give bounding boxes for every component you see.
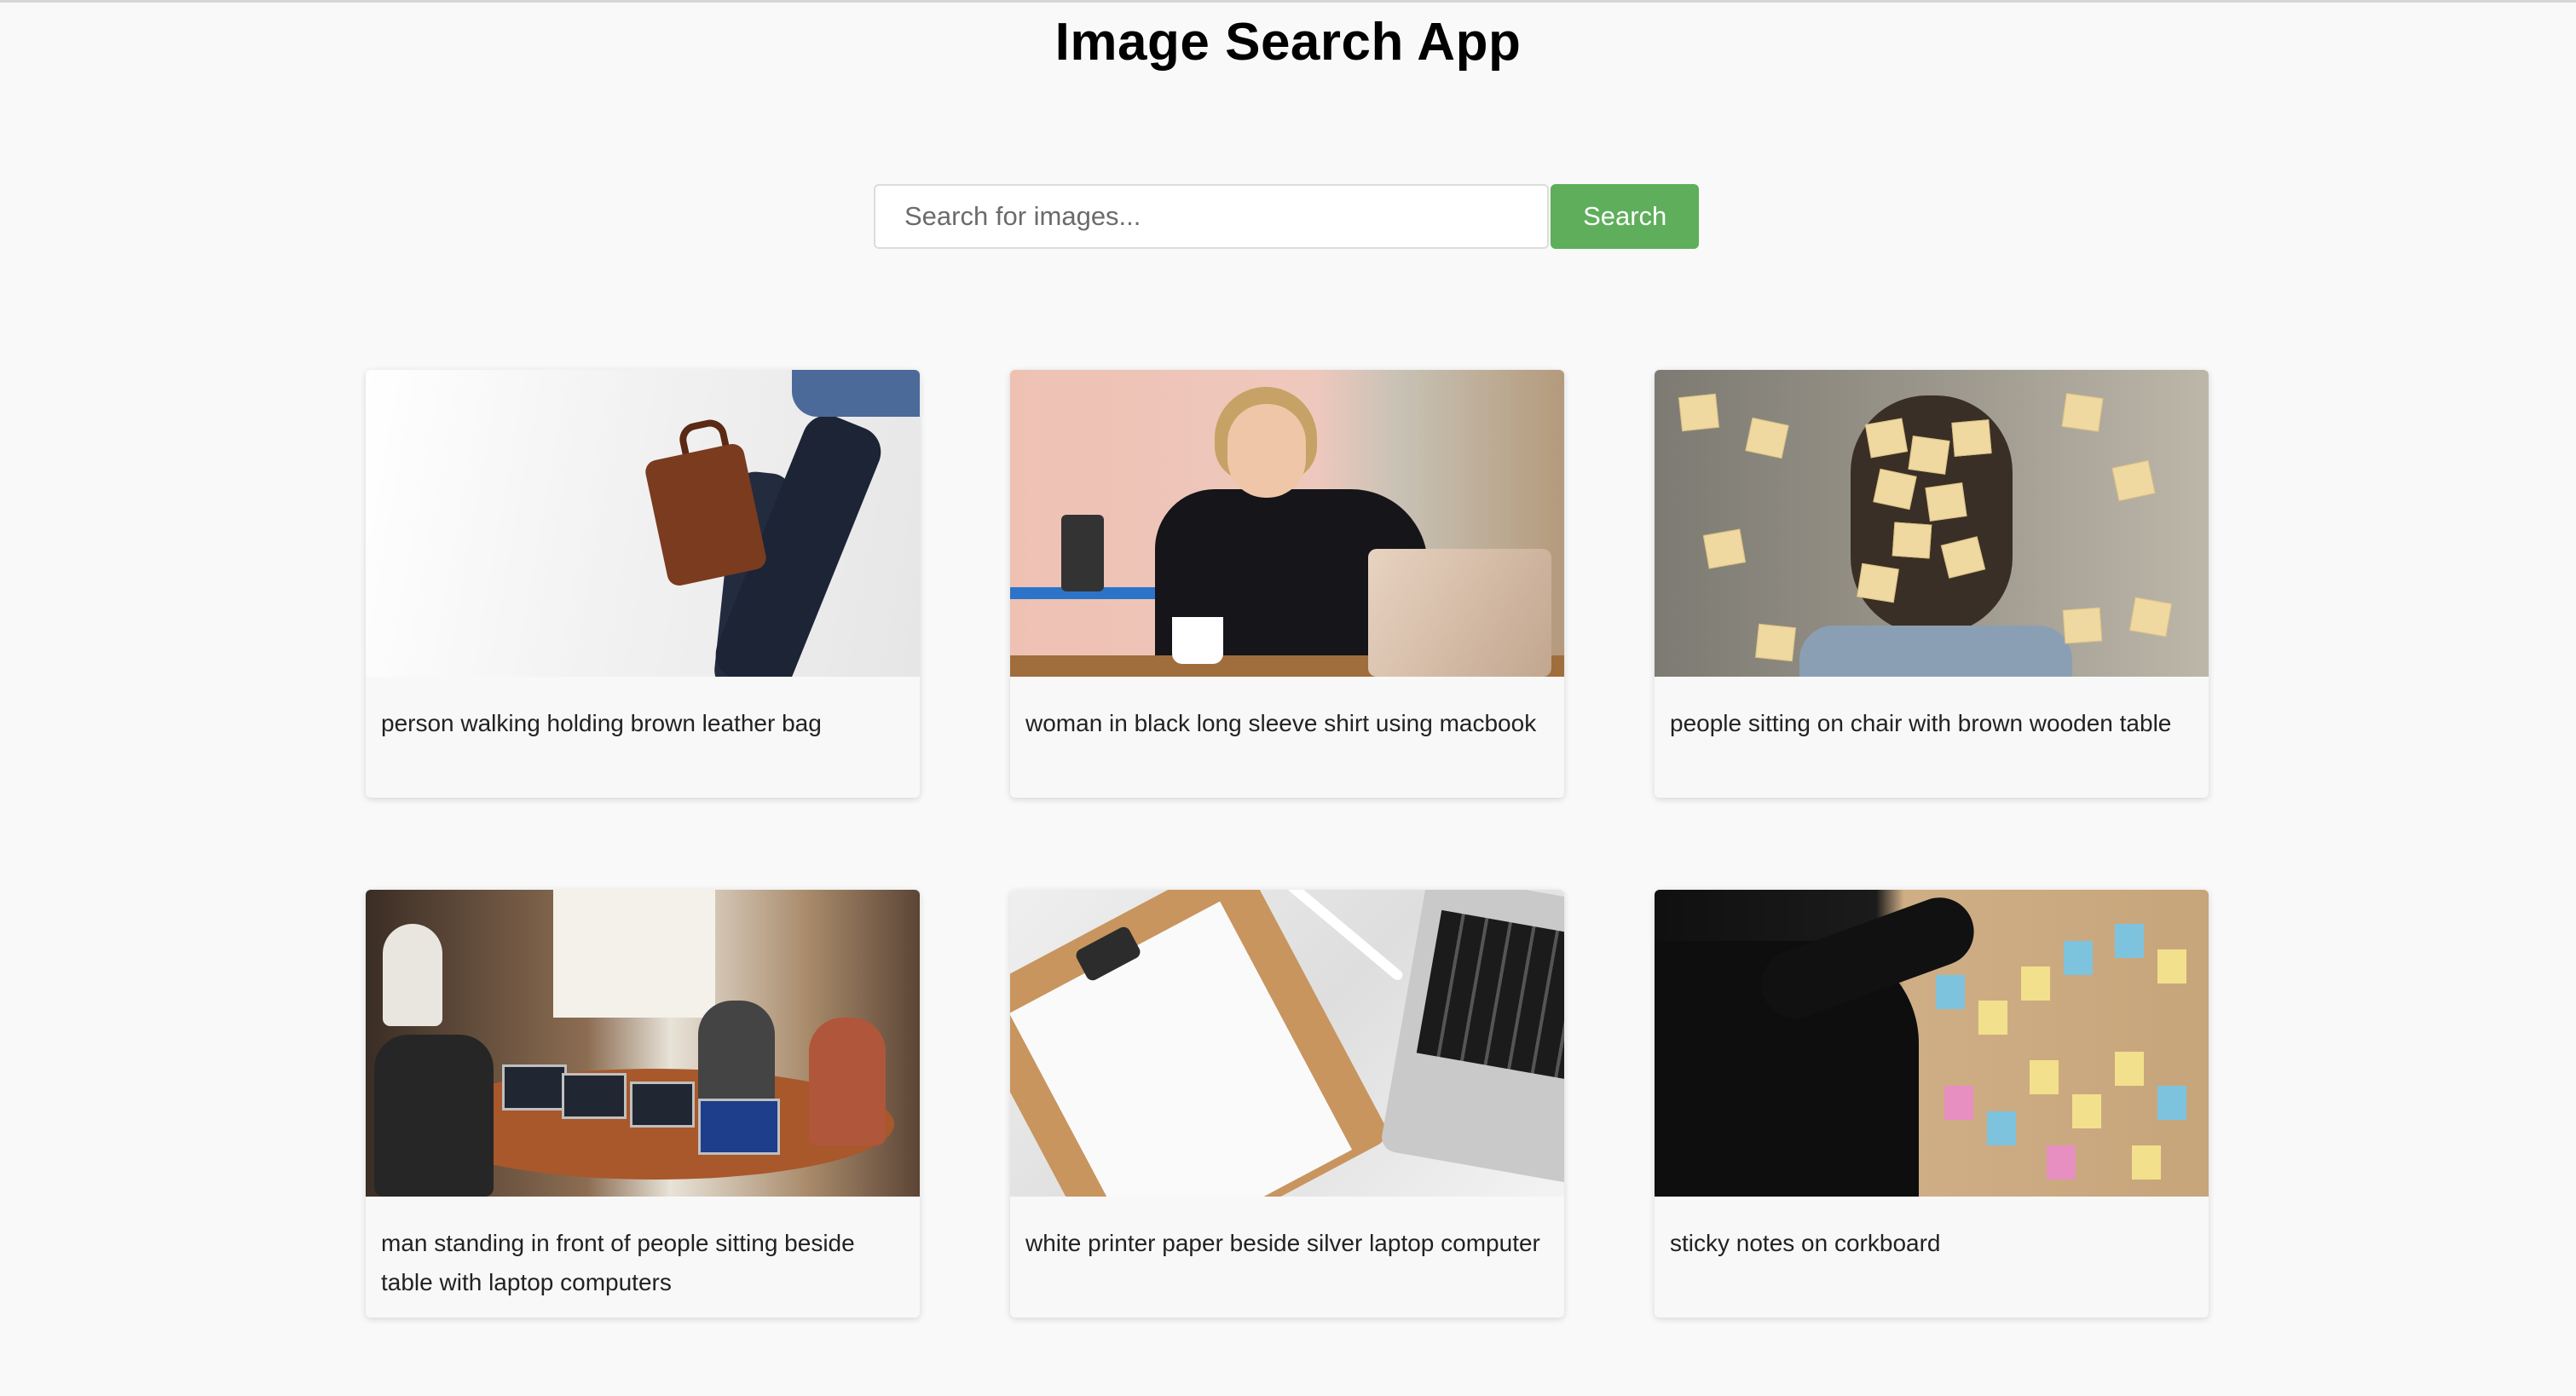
result-card[interactable]: white printer paper beside silver laptop… xyxy=(1010,890,1564,1318)
result-image[interactable] xyxy=(366,370,920,677)
result-caption: sticky notes on corkboard xyxy=(1670,1230,1941,1256)
search-button[interactable]: Search xyxy=(1551,184,1699,249)
result-card[interactable]: sticky notes on corkboard xyxy=(1655,890,2209,1318)
result-card[interactable]: woman in black long sleeve shirt using m… xyxy=(1010,370,1564,798)
page-title: Image Search App xyxy=(1054,13,1522,72)
result-caption: person walking holding brown leather bag xyxy=(381,710,822,736)
result-image[interactable] xyxy=(366,890,920,1197)
search-bar: Search xyxy=(874,184,1699,249)
result-card[interactable]: person walking holding brown leather bag xyxy=(366,370,920,798)
result-caption: man standing in front of people sitting … xyxy=(381,1230,855,1295)
result-card[interactable]: people sitting on chair with brown woode… xyxy=(1655,370,2209,798)
result-image[interactable] xyxy=(1010,890,1564,1197)
search-input[interactable] xyxy=(874,184,1550,249)
result-image[interactable] xyxy=(1655,370,2209,677)
result-image[interactable] xyxy=(1655,890,2209,1197)
result-caption: people sitting on chair with brown woode… xyxy=(1670,710,2172,736)
results-grid: person walking holding brown leather bag… xyxy=(366,370,2209,1318)
result-card[interactable]: man standing in front of people sitting … xyxy=(366,890,920,1318)
result-caption: white printer paper beside silver laptop… xyxy=(1025,1230,1540,1256)
top-divider xyxy=(0,0,2576,3)
result-image[interactable] xyxy=(1010,370,1564,677)
result-caption: woman in black long sleeve shirt using m… xyxy=(1025,710,1537,736)
